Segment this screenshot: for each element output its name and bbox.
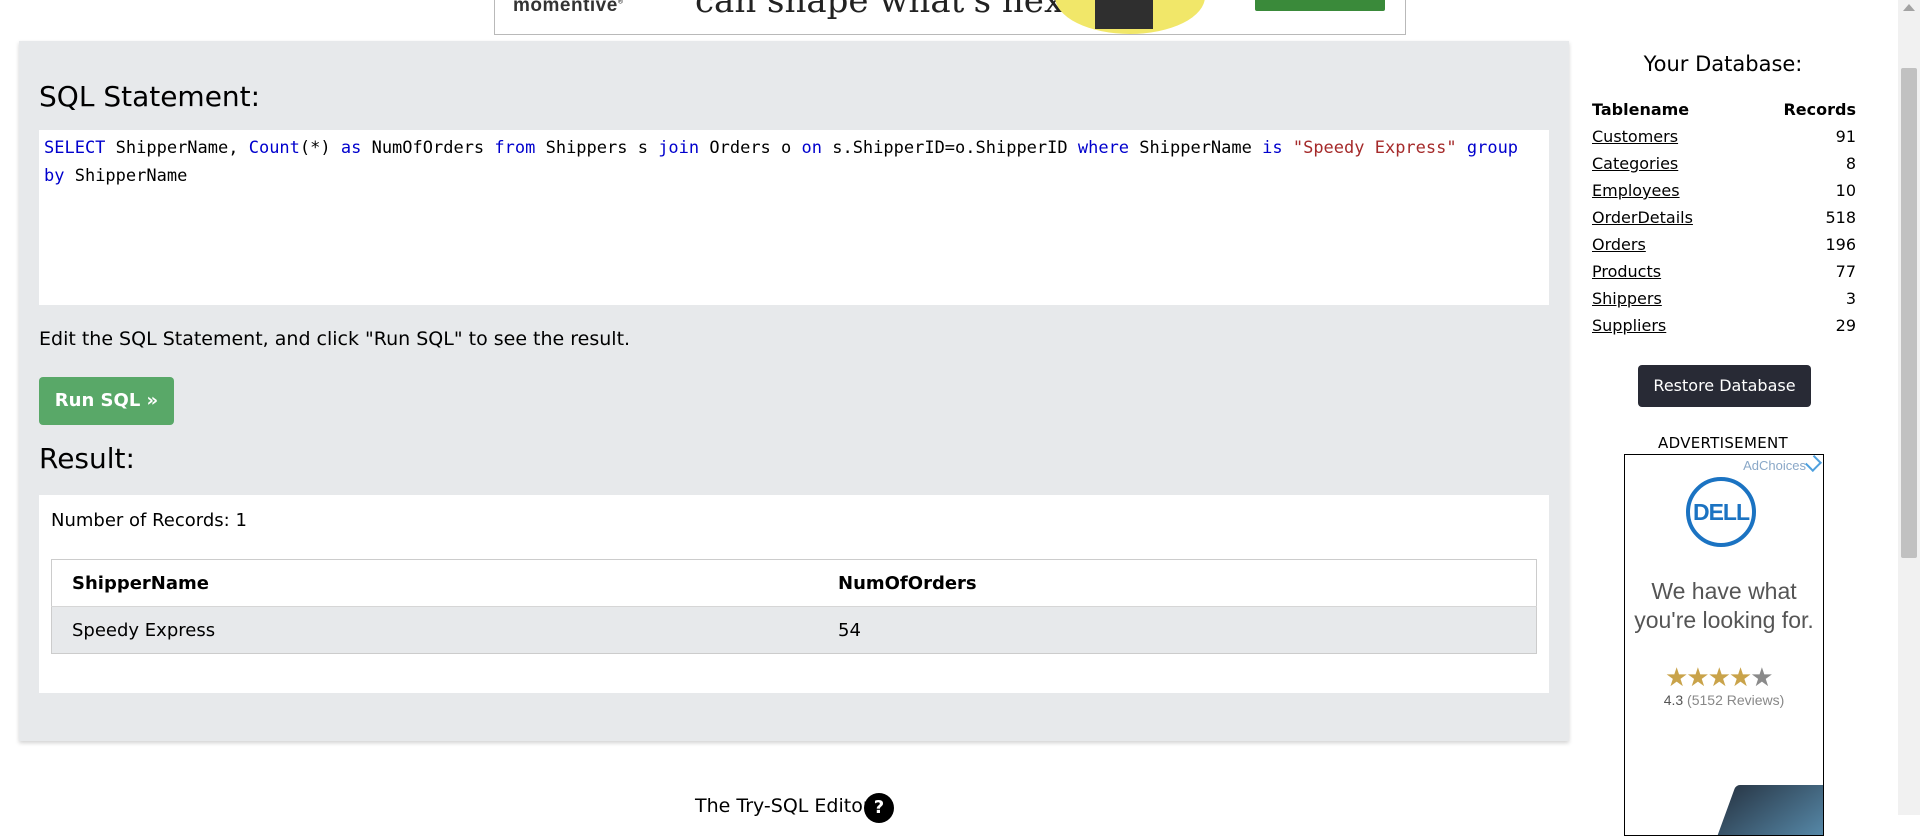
database-header-row: Tablename Records (1592, 96, 1856, 123)
adchoices-icon (1805, 455, 1822, 472)
your-database-heading: Your Database: (1643, 52, 1803, 76)
sql-statement-editor[interactable]: SELECT ShipperName, Count(*) as NumOfOrd… (39, 130, 1549, 305)
laptop-image (1714, 785, 1823, 835)
column-header-numoforders: NumOfOrders (818, 559, 1537, 607)
sql-text: ShipperName (1129, 138, 1263, 158)
top-advertisement-banner[interactable]: momentive® can shape what's next (494, 0, 1406, 35)
scrollbar-thumb[interactable] (1901, 68, 1917, 558)
ad-headline: can shape what's next (695, 0, 1077, 21)
sql-text: s.ShipperID=o.ShipperID (821, 138, 1078, 158)
record-count-cell: 29 (1835, 316, 1856, 335)
scroll-up-arrow-icon[interactable] (1903, 4, 1915, 11)
record-count-cell: 10 (1835, 181, 1856, 200)
try-sql-editor-label: The Try-SQL Editor (695, 795, 871, 817)
database-table: Tablename Records Customers 91 Categories… (1592, 96, 1856, 339)
cell-numoforders: 54 (818, 606, 1537, 654)
adchoices-link[interactable]: AdChoices (1743, 455, 1822, 473)
sql-text: Shippers s (535, 138, 659, 158)
table-link-orders[interactable]: Orders (1592, 235, 1646, 254)
record-count-cell: 518 (1825, 208, 1856, 227)
sql-keyword: is (1262, 138, 1283, 158)
sidebar-advertisement[interactable]: AdChoices DELL We have what you're looki… (1624, 454, 1824, 836)
table-row: OrderDetails 518 (1592, 204, 1856, 231)
sql-string: "Speedy Express" (1292, 138, 1457, 158)
sql-keyword: on (801, 138, 822, 158)
result-heading: Result: (39, 442, 135, 475)
table-row: Orders 196 (1592, 231, 1856, 258)
result-table: ShipperName NumOfOrders Speedy Express 5… (51, 559, 1537, 654)
sql-text: Orders o (699, 138, 802, 158)
table-row: Speedy Express 54 (51, 606, 1537, 654)
sql-text: (*) (299, 138, 341, 158)
restore-database-button[interactable]: Restore Database (1638, 365, 1811, 407)
table-link-orderdetails[interactable]: OrderDetails (1592, 208, 1693, 227)
help-icon[interactable]: ? (864, 793, 894, 823)
table-row: Suppliers 29 (1592, 312, 1856, 339)
table-link-shippers[interactable]: Shippers (1592, 289, 1662, 308)
cell-shippername: Speedy Express (51, 606, 818, 654)
star-rating-icon: ★★★★★ (1665, 663, 1774, 693)
record-count-cell: 77 (1835, 262, 1856, 281)
sql-keyword: join (658, 138, 700, 158)
rating-text: 4.3 (5152 Reviews) (1663, 692, 1785, 708)
record-count-cell: 196 (1825, 235, 1856, 254)
ad-brand-logo: momentive® (513, 0, 624, 16)
table-link-employees[interactable]: Employees (1592, 181, 1680, 200)
record-count-cell: 91 (1835, 127, 1856, 146)
sql-keyword: SELECT (44, 138, 106, 158)
advertisement-label: ADVERTISEMENT (1658, 434, 1788, 452)
sql-keyword: where (1077, 138, 1130, 158)
dell-logo: DELL (1686, 477, 1756, 547)
tablename-header: Tablename (1592, 100, 1690, 119)
sql-statement-heading: SQL Statement: (39, 80, 261, 113)
sql-keyword: Count (248, 138, 300, 158)
table-link-customers[interactable]: Customers (1592, 127, 1678, 146)
record-count: Number of Records: 1 (51, 510, 247, 531)
edit-instructions: Edit the SQL Statement, and click "Run S… (39, 328, 631, 350)
ad-cta-button[interactable] (1255, 0, 1385, 11)
table-row: Categories 8 (1592, 150, 1856, 177)
ad-headline: We have what you're looking for. (1634, 578, 1814, 633)
sql-keyword: from (494, 138, 536, 158)
sql-text: ShipperName, (105, 138, 249, 158)
table-row: Products 77 (1592, 258, 1856, 285)
sql-keyword: as (340, 138, 362, 158)
records-header: Records (1783, 100, 1856, 119)
result-header-row: ShipperName NumOfOrders (51, 559, 1537, 607)
table-link-suppliers[interactable]: Suppliers (1592, 316, 1666, 335)
record-count-cell: 8 (1845, 154, 1856, 173)
table-row: Employees 10 (1592, 177, 1856, 204)
ad-person-image (1095, 0, 1153, 29)
sql-text: ShipperName (64, 166, 188, 186)
result-container: Number of Records: 1 ShipperName NumOfOr… (39, 495, 1549, 693)
column-header-shippername: ShipperName (51, 559, 818, 607)
record-count-cell: 3 (1845, 289, 1856, 308)
table-link-categories[interactable]: Categories (1592, 154, 1678, 173)
table-link-products[interactable]: Products (1592, 262, 1661, 281)
table-row: Shippers 3 (1592, 285, 1856, 312)
run-sql-button[interactable]: Run SQL » (39, 377, 174, 425)
table-row: Customers 91 (1592, 123, 1856, 150)
sql-text: NumOfOrders (361, 138, 495, 158)
sql-editor-panel: SQL Statement: SELECT ShipperName, Count… (19, 41, 1569, 741)
